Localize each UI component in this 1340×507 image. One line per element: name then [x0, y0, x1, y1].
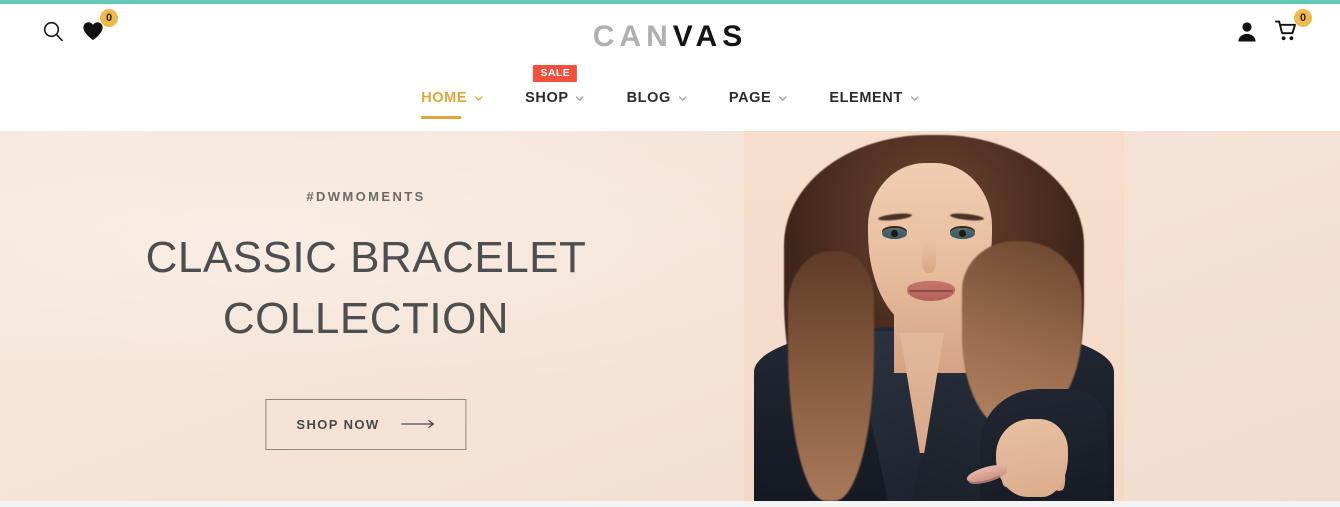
model-pupil-left — [891, 230, 898, 237]
search-button[interactable] — [40, 18, 66, 44]
chevron-down-icon — [678, 94, 687, 103]
hero-title: CLASSIC BRACELET COLLECTION — [0, 227, 732, 349]
chevron-down-icon — [576, 94, 585, 103]
shop-now-button[interactable]: SHOP NOW — [265, 399, 467, 450]
arrow-right-icon — [400, 417, 436, 432]
wishlist-count-badge: 0 — [100, 9, 118, 27]
nav-sale-badge: SALE — [532, 65, 578, 82]
hero-banner: #DWMOMENTS CLASSIC BRACELET COLLECTION S… — [0, 131, 1340, 501]
hero-content: #DWMOMENTS CLASSIC BRACELET COLLECTION S… — [0, 131, 732, 501]
chevron-down-icon — [474, 94, 483, 103]
cart-button[interactable]: 0 — [1274, 9, 1312, 44]
account-button[interactable] — [1234, 18, 1260, 44]
nav-link-home[interactable]: HOME — [421, 88, 483, 108]
model-nose — [922, 243, 936, 273]
nav-label-blog: BLOG — [626, 90, 671, 106]
logo-part-one: CAN — [592, 20, 673, 53]
shop-now-label: SHOP NOW — [296, 417, 380, 432]
nav-item-page[interactable]: PAGE — [708, 88, 808, 108]
chevron-down-icon — [910, 94, 919, 103]
nav-label-element: ELEMENT — [829, 90, 903, 106]
nav-item-element[interactable]: ELEMENT — [808, 88, 939, 108]
model-hand — [996, 419, 1068, 497]
nav-active-underline — [421, 116, 462, 119]
model-lip-line — [909, 290, 953, 292]
chevron-down-icon — [778, 94, 787, 103]
below-fold-strip — [0, 501, 1340, 507]
nav-label-home: HOME — [421, 90, 468, 106]
nav-label-shop: SHOP — [525, 90, 569, 106]
nav-link-page[interactable]: PAGE — [729, 88, 787, 108]
hero-eyebrow: #DWMOMENTS — [306, 189, 426, 204]
nav-item-shop[interactable]: SALE SHOP — [504, 65, 606, 108]
nav-item-home[interactable]: HOME — [400, 88, 504, 119]
wishlist-button[interactable]: 0 — [80, 9, 118, 44]
nav-link-element[interactable]: ELEMENT — [829, 88, 919, 108]
user-icon — [1237, 21, 1257, 42]
page-root: 0 CANVAS 0 HOME SALE SHOP BLOG PAGE ELEM… — [0, 0, 1340, 507]
hero-model-image — [744, 131, 1124, 501]
model-pupil-right — [959, 230, 966, 237]
cart-count-badge: 0 — [1294, 9, 1312, 27]
hero-title-line-2: COLLECTION — [222, 294, 510, 343]
heart-icon — [82, 21, 104, 41]
nav-label-page: PAGE — [728, 90, 772, 106]
header-left-actions: 0 — [40, 9, 118, 44]
nav-link-shop[interactable]: SHOP — [525, 88, 585, 108]
search-icon — [42, 20, 64, 42]
nav-link-blog[interactable]: BLOG — [627, 88, 687, 108]
main-navigation: HOME SALE SHOP BLOG PAGE ELEMENT — [0, 62, 1340, 131]
nav-item-blog[interactable]: BLOG — [606, 88, 708, 108]
logo-part-two: VAS — [672, 20, 748, 53]
hero-title-line-1: CLASSIC BRACELET — [145, 233, 587, 282]
site-logo[interactable]: CANVAS — [593, 20, 747, 54]
site-header: 0 CANVAS 0 — [0, 4, 1340, 62]
nav-list: HOME SALE SHOP BLOG PAGE ELEMENT — [400, 65, 940, 119]
header-right-actions: 0 — [1234, 9, 1312, 44]
